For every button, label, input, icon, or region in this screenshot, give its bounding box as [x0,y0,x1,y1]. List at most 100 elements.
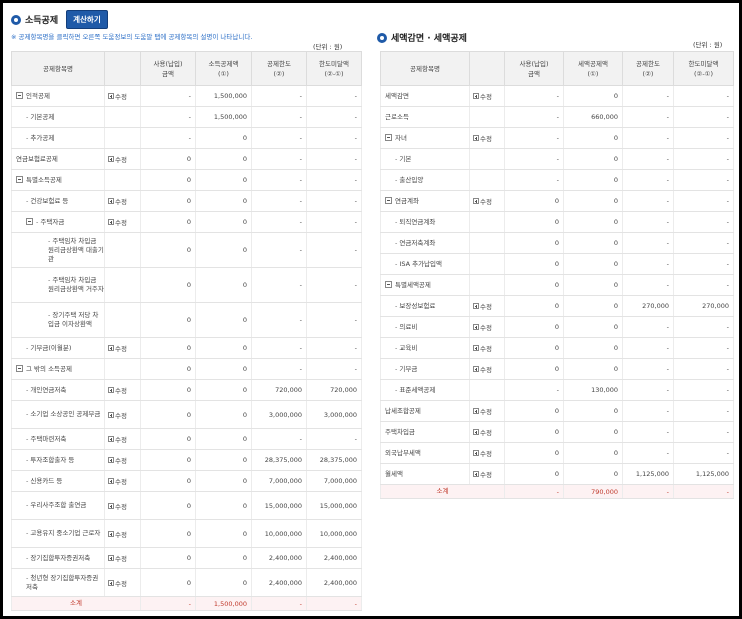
edit-button[interactable]: 수정 [473,406,492,416]
item-name-cell[interactable]: - 주택임차 차입금 원리금상환액 대출기관 [11,232,105,268]
collapse-toggle-icon[interactable] [16,364,23,372]
item-name[interactable]: 교육비 [399,344,417,352]
item-name-cell[interactable]: - 장기집합투자증권저축 [11,547,105,569]
edit-button[interactable]: 수정 [108,217,127,227]
item-name-cell[interactable]: - 소기업 소상공인 공제부금 [11,400,105,429]
item-name-cell[interactable]: - 기부금(이월분) [11,337,105,359]
item-name[interactable]: 연금보험료공제 [16,155,58,163]
item-name[interactable]: 주택차입금 [385,428,415,436]
edit-button[interactable]: 수정 [473,364,492,374]
item-name-cell[interactable]: - 청년형 장기집합투자증권저축 [11,568,105,597]
item-name-cell[interactable]: 자녀 [380,127,470,149]
item-name[interactable]: 납세조합공제 [385,407,421,415]
item-name-cell[interactable]: - 기본공제 [11,106,105,128]
edit-button[interactable]: 수정 [108,578,127,588]
item-name-cell[interactable]: - 연금저축계좌 [380,232,470,254]
edit-button[interactable]: 수정 [473,343,492,353]
item-name[interactable]: ISA 추가납입액 [399,260,442,268]
item-name-cell[interactable]: - ISA 추가납입액 [380,253,470,275]
item-name-cell[interactable]: 월세액 [380,463,470,485]
item-name[interactable]: 기부금(이월분) [30,344,71,352]
collapse-toggle-icon[interactable] [16,175,23,183]
edit-button[interactable]: 수정 [473,427,492,437]
edit-button[interactable]: 수정 [108,154,127,164]
item-name[interactable]: 의료비 [399,323,417,331]
item-name-cell[interactable]: 납세조합공제 [380,400,470,422]
item-name[interactable]: 소기업 소상공인 공제부금 [30,410,100,418]
item-name-cell[interactable]: 인적공제 [11,85,105,107]
item-name-cell[interactable]: - 건강보험료 등 [11,190,105,212]
collapse-toggle-icon[interactable] [26,217,33,225]
item-name[interactable]: 신용카드 등 [30,477,62,485]
item-name[interactable]: 주택자금 [40,218,64,226]
item-name-cell[interactable]: - 출산입양 [380,169,470,191]
item-name[interactable]: 표준세액공제 [399,386,435,394]
edit-button[interactable]: 수정 [473,301,492,311]
item-name[interactable]: 연금계좌 [395,197,419,205]
item-name[interactable]: 기본 [399,155,411,163]
item-name-cell[interactable]: - 우리사주조합 출연금 [11,491,105,520]
item-name[interactable]: 주택임차 차입금 원리금상환액 대출기관 [48,237,104,263]
item-name[interactable]: 그 밖의 소득공제 [26,365,72,373]
item-name-cell[interactable]: - 표준세액공제 [380,379,470,401]
edit-button[interactable]: 수정 [473,322,492,332]
item-name-cell[interactable]: 근로소득 [380,106,470,128]
item-name[interactable]: 개인연금저축 [30,386,66,394]
item-name[interactable]: 자녀 [395,134,407,142]
item-name-cell[interactable]: - 주택자금 [11,211,105,233]
edit-button[interactable]: 수정 [108,196,127,206]
item-name[interactable]: 세액감면 [385,92,409,100]
item-name[interactable]: 퇴직연금계좌 [399,218,435,226]
collapse-toggle-icon[interactable] [385,196,392,204]
collapse-toggle-icon[interactable] [385,280,392,288]
item-name-cell[interactable]: - 기부금 [380,358,470,380]
item-name-cell[interactable]: 연금계좌 [380,190,470,212]
collapse-toggle-icon[interactable] [385,133,392,141]
item-name-cell[interactable]: 세액감면 [380,85,470,107]
item-name-cell[interactable]: - 추가공제 [11,127,105,149]
item-name[interactable]: 연금저축계좌 [399,239,435,247]
calculate-button[interactable]: 계산하기 [66,10,108,29]
item-name-cell[interactable]: - 고용유지 중소기업 근로자 [11,519,105,548]
edit-button[interactable]: 수정 [473,91,492,101]
item-name[interactable]: 보장성보험료 [399,302,435,310]
item-name-cell[interactable]: - 신용카드 등 [11,470,105,492]
edit-button[interactable]: 수정 [108,385,127,395]
item-name-cell[interactable]: 그 밖의 소득공제 [11,358,105,380]
edit-button[interactable]: 수정 [108,343,127,353]
edit-button[interactable]: 수정 [108,553,127,563]
item-name[interactable]: 월세액 [385,470,403,478]
item-name[interactable]: 외국납부세액 [385,449,421,457]
item-name[interactable]: 청년형 장기집합투자증권저축 [26,574,98,591]
edit-button[interactable]: 수정 [108,529,127,539]
edit-button[interactable]: 수정 [473,448,492,458]
item-name[interactable]: 장기주택 저당 차입금 이자상환액 [48,311,98,328]
item-name[interactable]: 특별세액공제 [395,281,431,289]
item-name-cell[interactable]: 외국납부세액 [380,442,470,464]
edit-button[interactable]: 수정 [108,501,127,511]
item-name-cell[interactable]: 연금보험료공제 [11,148,105,170]
item-name-cell[interactable]: - 투자조합출자 등 [11,449,105,471]
collapse-toggle-icon[interactable] [16,91,23,99]
item-name-cell[interactable]: - 의료비 [380,316,470,338]
item-name[interactable]: 우리사주조합 출연금 [30,501,86,509]
item-name-cell[interactable]: - 주택임차 차입금 원리금상환액 거주자 [11,267,105,303]
edit-button[interactable]: 수정 [473,133,492,143]
item-name-cell[interactable]: - 장기주택 저당 차입금 이자상환액 [11,302,105,338]
item-name[interactable]: 특별소득공제 [26,176,62,184]
edit-button[interactable]: 수정 [108,455,127,465]
item-name[interactable]: 출산입양 [399,176,423,184]
edit-button[interactable]: 수정 [108,91,127,101]
item-name[interactable]: 장기집합투자증권저축 [30,554,90,562]
edit-button[interactable]: 수정 [108,476,127,486]
item-name[interactable]: 고용유지 중소기업 근로자 [30,529,100,537]
item-name-cell[interactable]: - 퇴직연금계좌 [380,211,470,233]
item-name[interactable]: 건강보험료 등 [30,197,68,205]
item-name[interactable]: 추가공제 [30,134,54,142]
edit-button[interactable]: 수정 [473,469,492,479]
item-name-cell[interactable]: 특별세액공제 [380,274,470,296]
item-name[interactable]: 기본공제 [30,113,54,121]
item-name-cell[interactable]: 특별소득공제 [11,169,105,191]
item-name[interactable]: 투자조합출자 등 [30,456,74,464]
item-name[interactable]: 인적공제 [26,92,50,100]
